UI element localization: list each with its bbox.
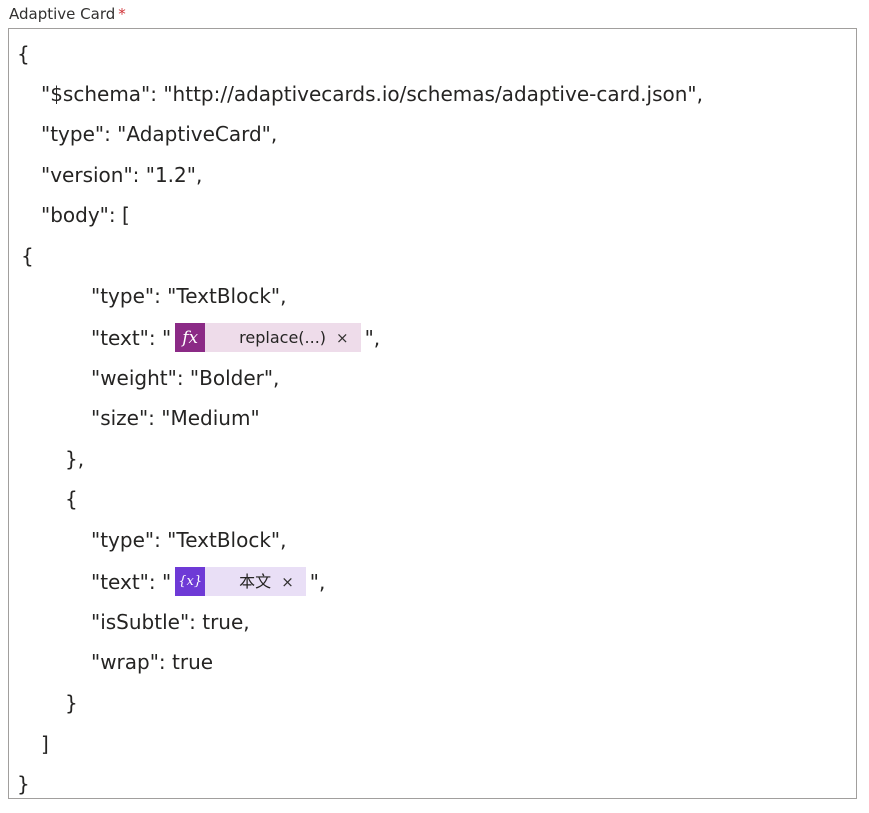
fx-icon: fx [175,323,206,352]
code-line: { [65,487,78,511]
code-line-text-expression: "text": " fx replace(...) × ", [91,323,380,352]
code-line: "type": "TextBlock", [91,284,287,308]
remove-token-button[interactable]: × [336,325,361,351]
code-line: }, [65,447,85,471]
code-line-text-variable: "text": " {x} 本文 × ", [91,567,325,596]
code-line: { [21,244,34,268]
expression-token-label: replace(...) [239,327,327,347]
adaptive-card-editor[interactable]: { "$schema": "http://adaptivecards.io/sc… [8,28,857,799]
code-line: "weight": "Bolder", [91,366,280,390]
code-line: { [17,42,30,66]
code-line: } [65,691,78,715]
code-line: "isSubtle": true, [91,610,250,634]
expression-token[interactable]: fx replace(...) × [175,323,361,352]
variable-icon: {x} [175,567,206,596]
field-label: Adaptive Card * [9,4,126,24]
code-line: "$schema": "http://adaptivecards.io/sche… [41,82,703,106]
remove-token-button[interactable]: × [281,569,306,595]
code-line: "type": "TextBlock", [91,528,287,552]
code-line: "version": "1.2", [41,163,203,187]
field-label-text: Adaptive Card [9,5,116,23]
variable-token[interactable]: {x} 本文 × [175,567,306,596]
code-line: ] [41,732,49,756]
text-key: "text": " [91,569,172,594]
variable-token-label: 本文 [239,571,272,591]
required-indicator: * [118,5,126,23]
text-suffix: ", [309,569,326,594]
code-line: "body": [ [41,203,130,227]
text-suffix: ", [364,325,381,350]
code-line: "size": "Medium" [91,406,260,430]
code-line: "type": "AdaptiveCard", [41,122,278,146]
text-key: "text": " [91,325,172,350]
code-line: } [17,772,30,796]
code-line: "wrap": true [91,650,214,674]
